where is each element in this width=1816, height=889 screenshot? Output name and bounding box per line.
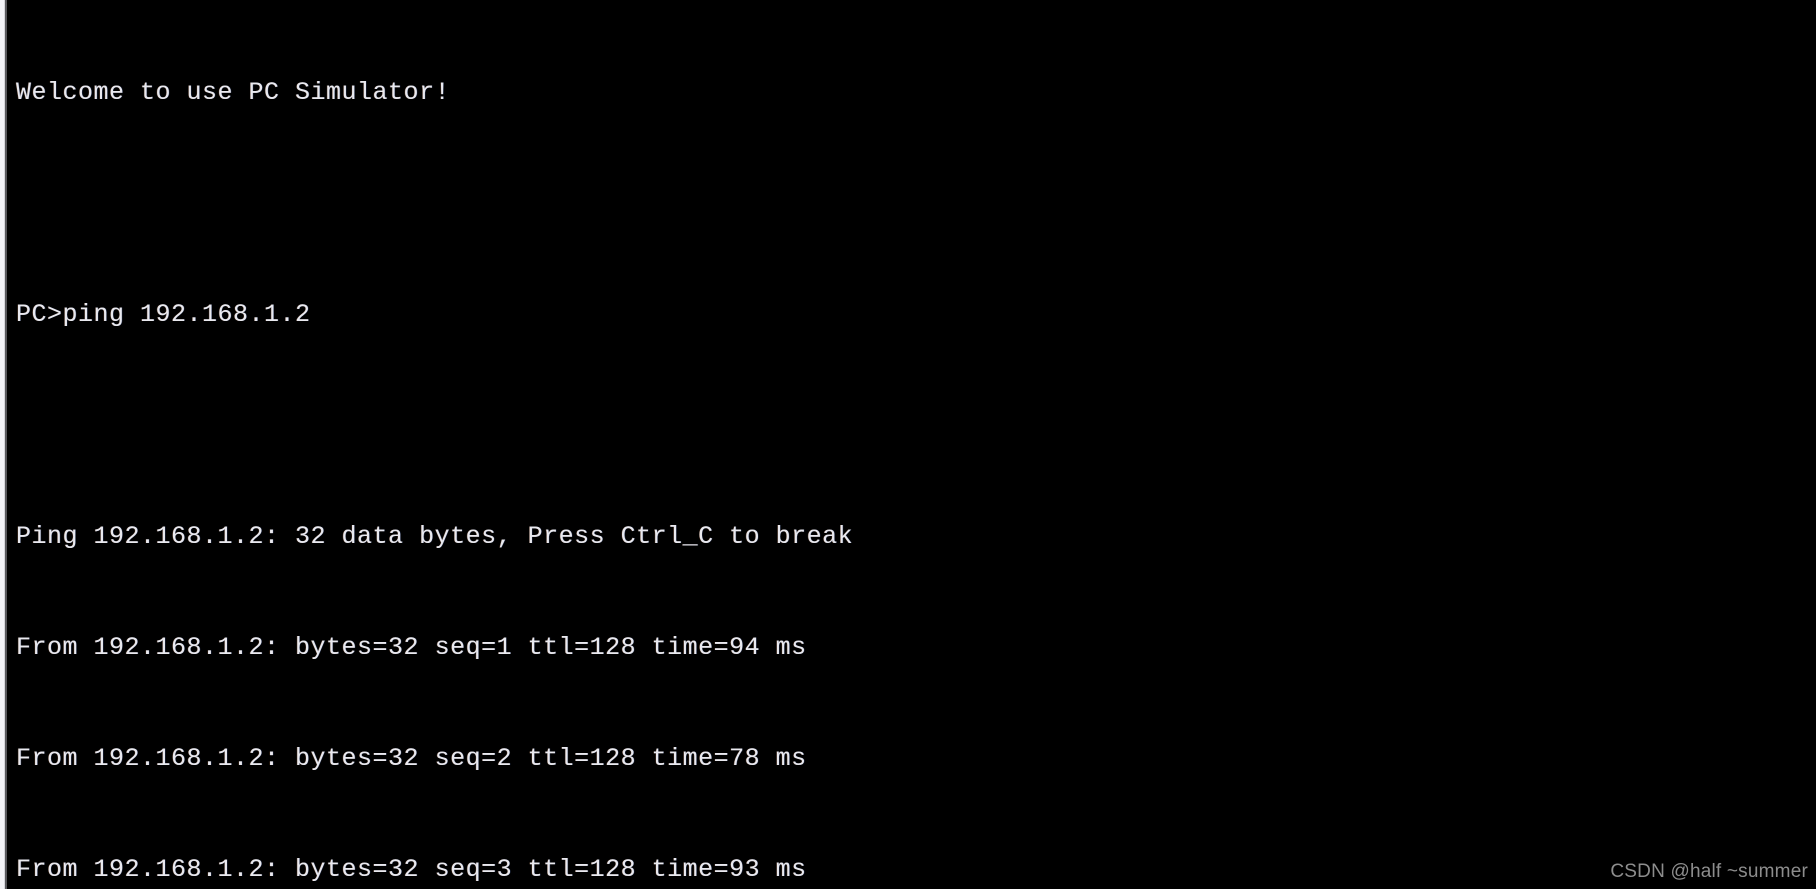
console-line-blank — [16, 185, 853, 222]
console-line-ping-reply: From 192.168.1.2: bytes=32 seq=3 ttl=128… — [16, 855, 807, 884]
console-output[interactable]: Welcome to use PC Simulator! PC>ping 192… — [16, 0, 853, 889]
terminal-screen[interactable]: Welcome to use PC Simulator! PC>ping 192… — [7, 0, 1816, 889]
watermark-label: CSDN @half ~summer — [1610, 861, 1808, 882]
terminal-window: Welcome to use PC Simulator! PC>ping 192… — [0, 0, 1816, 889]
console-line-banner: Welcome to use PC Simulator! — [16, 78, 451, 107]
console-line-command-ping: PC>ping 192.168.1.2 — [16, 300, 311, 329]
console-line-ping-reply: From 192.168.1.2: bytes=32 seq=1 ttl=128… — [16, 633, 807, 662]
window-left-border — [0, 0, 7, 889]
console-line-ping-header: Ping 192.168.1.2: 32 data bytes, Press C… — [16, 522, 854, 551]
console-line-blank — [16, 407, 853, 444]
console-line-ping-reply: From 192.168.1.2: bytes=32 seq=2 ttl=128… — [16, 744, 807, 773]
